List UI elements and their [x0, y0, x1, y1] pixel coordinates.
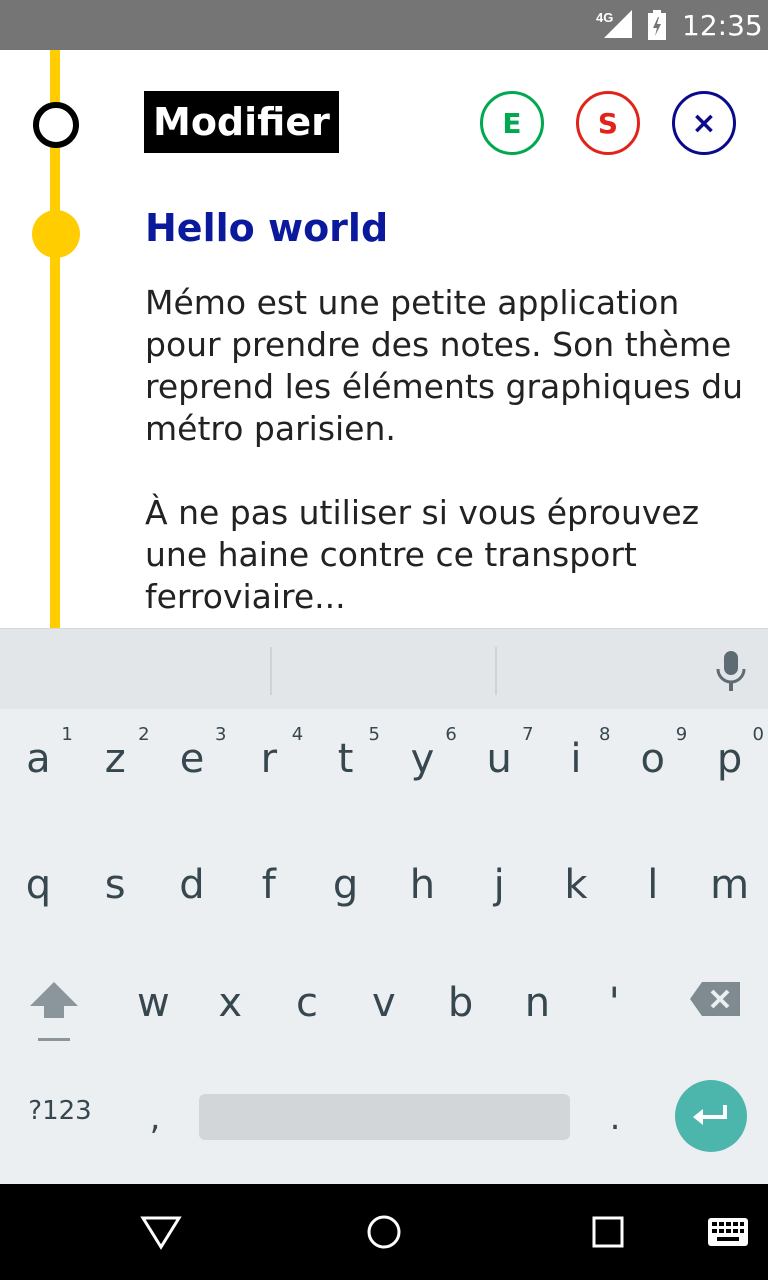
key-j[interactable]: j	[461, 854, 538, 934]
key-m[interactable]: m	[691, 854, 768, 934]
key-label: d	[179, 862, 205, 908]
key-u[interactable]: 7u	[461, 724, 538, 804]
key-label: n	[524, 980, 551, 1026]
key-label: b	[447, 980, 474, 1026]
backspace-icon[interactable]	[690, 982, 740, 1016]
key-label: s	[104, 862, 126, 908]
key-k[interactable]: k	[538, 854, 615, 934]
e-button[interactable]: E	[480, 91, 544, 155]
back-icon[interactable]	[140, 1214, 182, 1250]
key-label: q	[25, 862, 52, 908]
suggestion-divider	[495, 647, 497, 695]
space-bar[interactable]	[199, 1094, 570, 1140]
key-x[interactable]: x	[192, 972, 269, 1052]
key-p[interactable]: 0p	[691, 724, 768, 804]
key-e[interactable]: 3e	[154, 724, 231, 804]
battery-charging-icon	[648, 10, 666, 40]
key-hint: 0	[752, 724, 764, 745]
period-key[interactable]: .	[600, 1098, 630, 1138]
key-label: h	[409, 862, 436, 908]
station-marker	[33, 102, 79, 148]
key-hint: 1	[61, 724, 73, 745]
symbols-key[interactable]: ?123	[22, 1096, 98, 1126]
recents-icon[interactable]	[592, 1216, 624, 1248]
soft-keyboard: 1a2z3e4r5t6y7u8i9o0p qsdfghjklm w x c v b n ' …	[0, 628, 768, 1184]
key-hint: 8	[598, 724, 611, 745]
close-button[interactable]: ×	[672, 91, 736, 155]
key-n[interactable]: n	[499, 972, 576, 1052]
key-label: k	[564, 862, 588, 908]
key-label: g	[332, 862, 359, 908]
note-title-field[interactable]: Hello world	[145, 206, 388, 250]
key-d[interactable]: d	[154, 854, 231, 934]
clock: 12:35	[682, 9, 763, 42]
key-o[interactable]: 9o	[614, 724, 691, 804]
system-navigation-bar	[0, 1184, 768, 1280]
enter-key[interactable]	[675, 1080, 747, 1152]
key-label: c	[295, 980, 318, 1026]
note-editor: Modifier E S × Hello world Mémo est une …	[0, 50, 768, 628]
suggestion-strip	[0, 628, 768, 709]
edit-mode-label: Modifier	[144, 91, 339, 153]
keyboard-switch-icon[interactable]	[708, 1218, 748, 1246]
suggestion-divider	[270, 647, 272, 695]
key-q[interactable]: q	[0, 854, 77, 934]
key-g[interactable]: g	[307, 854, 384, 934]
key-s[interactable]: s	[77, 854, 154, 934]
key-apostrophe[interactable]: '	[576, 972, 653, 1052]
key-w[interactable]: w	[115, 972, 192, 1052]
key-hint: 6	[445, 724, 457, 745]
key-label: m	[710, 862, 750, 908]
key-r[interactable]: 4r	[230, 724, 307, 804]
note-body-field[interactable]: Mémo est une petite application pour pre…	[145, 282, 745, 618]
key-t[interactable]: 5t	[307, 724, 384, 804]
key-hint: 2	[138, 724, 150, 745]
shift-icon[interactable]	[28, 980, 80, 1042]
key-i[interactable]: 8i	[538, 724, 615, 804]
key-hint: 4	[291, 724, 304, 745]
key-label: v	[371, 980, 396, 1026]
key-h[interactable]: h	[384, 854, 461, 934]
comma-key[interactable]: ,	[140, 1098, 170, 1138]
key-v[interactable]: v	[345, 972, 422, 1052]
key-label: x	[218, 980, 243, 1026]
key-hint: 3	[214, 724, 227, 745]
home-icon[interactable]	[366, 1214, 402, 1250]
note-station-marker	[32, 210, 80, 258]
key-f[interactable]: f	[230, 854, 307, 934]
s-button[interactable]: S	[576, 91, 640, 155]
status-bar: 4G 12:35	[0, 0, 768, 50]
key-hint: 9	[675, 724, 688, 745]
key-a[interactable]: 1a	[0, 724, 77, 804]
key-label: f	[261, 862, 276, 908]
enter-icon	[693, 1105, 727, 1125]
key-b[interactable]: b	[422, 972, 499, 1052]
key-hint: 5	[368, 724, 380, 745]
key-l[interactable]: l	[614, 854, 691, 934]
key-hint: 7	[522, 724, 534, 745]
key-label: j	[493, 862, 505, 908]
key-label: w	[137, 980, 170, 1026]
key-label: '	[608, 980, 620, 1026]
key-c[interactable]: c	[269, 972, 346, 1052]
mic-icon[interactable]	[714, 651, 748, 691]
key-z[interactable]: 2z	[77, 724, 154, 804]
key-y[interactable]: 6y	[384, 724, 461, 804]
signal-icon	[604, 10, 632, 38]
key-label: l	[647, 862, 659, 908]
